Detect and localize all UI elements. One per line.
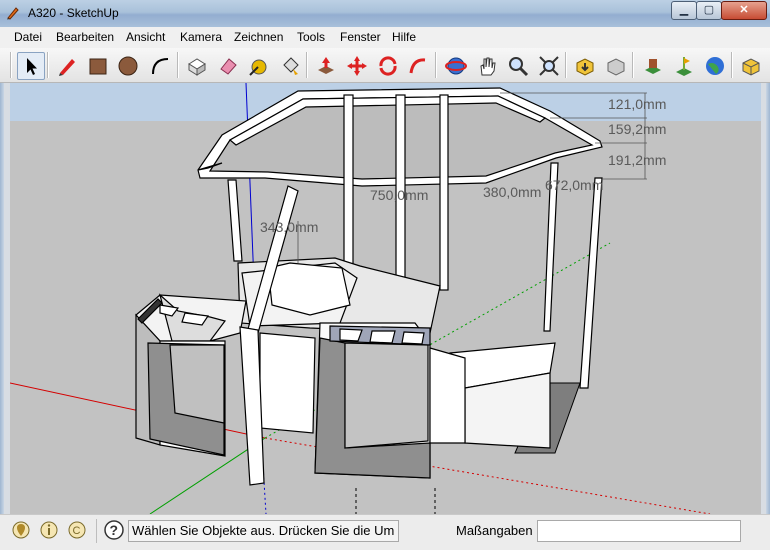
zoom-icon [509, 57, 529, 77]
push-pull-tool-button[interactable] [312, 52, 340, 80]
pencil-icon [59, 59, 75, 76]
follow-me-icon [409, 58, 426, 74]
select-icon [27, 58, 37, 75]
rectangle-icon [89, 58, 107, 75]
zoom-extents-icon [539, 56, 559, 76]
orbit-icon [445, 57, 467, 75]
eraser-icon [220, 58, 237, 75]
select-tool-button[interactable] [17, 52, 45, 80]
menu-bearbeiten[interactable]: Bearbeiten [56, 30, 114, 44]
google-earth-icon [706, 57, 724, 75]
svg-text:?: ? [110, 522, 119, 538]
add-location-icon [676, 57, 692, 76]
components-icon [742, 58, 760, 76]
dimension-label: 380,0mm [483, 184, 541, 200]
make-component-icon [188, 58, 206, 76]
geo-location-icon[interactable] [12, 521, 30, 539]
window-border-right [766, 27, 770, 550]
arc-icon [152, 58, 169, 75]
dimension-label: 750,0mm [370, 187, 428, 203]
status-message: Wählen Sie Objekte aus. Drücken Sie die … [128, 520, 399, 542]
toolbar-separator [10, 52, 12, 78]
menu-kamera[interactable]: Kamera [180, 30, 222, 44]
dimension-label: 159,2mm [608, 121, 666, 137]
toolbar-separator [306, 52, 308, 78]
paint-bucket-icon [283, 57, 299, 75]
dimension-label: 343,0mm [260, 219, 318, 235]
rotate-tool-button[interactable] [374, 52, 402, 80]
circle-tool-button[interactable] [114, 52, 142, 80]
menu-tools[interactable]: Tools [297, 30, 325, 44]
move-icon [347, 56, 367, 76]
get-models-tool-button[interactable] [571, 52, 599, 80]
menu-fenster[interactable]: Fenster [340, 30, 381, 44]
toolbar-separator [435, 52, 437, 78]
title-bar[interactable]: A320 - SketchUp ▁ ▢ ✕ [0, 0, 770, 27]
toolbar-separator [47, 52, 49, 78]
push-pull-icon [318, 57, 334, 74]
orbit-tool-button[interactable] [442, 52, 470, 80]
dimension-label: 121,0mm [608, 96, 666, 112]
circle-icon [118, 56, 138, 76]
status-bar: C ? Wählen Sie Objekte aus. Drücken Sie … [0, 514, 770, 550]
place-model-tool-button[interactable] [639, 52, 667, 80]
toolbar-separator [565, 52, 567, 78]
window-title: A320 - SketchUp [28, 6, 119, 20]
add-location-tool-button[interactable] [670, 52, 698, 80]
model-viewport[interactable]: 121,0mm 159,2mm 191,2mm 750,0mm 380,0mm … [10, 83, 761, 514]
copyright-icon[interactable]: C [68, 521, 86, 539]
tape-measure-icon [249, 59, 267, 76]
menu-zeichnen[interactable]: Zeichnen [234, 30, 283, 44]
toolbar-separator [177, 52, 179, 78]
rotate-icon [379, 56, 397, 76]
pencil-tool-button[interactable] [53, 52, 81, 80]
maximize-button[interactable]: ▢ [696, 1, 722, 20]
tape-measure-tool-button[interactable] [245, 52, 273, 80]
model-canvas[interactable]: 121,0mm 159,2mm 191,2mm 750,0mm 380,0mm … [10, 83, 761, 514]
close-button[interactable]: ✕ [721, 1, 767, 20]
components-tool-button[interactable] [737, 52, 765, 80]
zoom-tool-button[interactable] [504, 52, 532, 80]
menu-datei[interactable]: Datei [14, 30, 42, 44]
zoom-extents-tool-button[interactable] [535, 52, 563, 80]
place-model-icon [645, 59, 661, 74]
dimension-label: 672,0mm [545, 177, 603, 193]
pan-icon [480, 57, 496, 76]
measurements-label: Maßangaben [456, 523, 533, 538]
rectangle-tool-button[interactable] [84, 52, 112, 80]
share-model-tool-button[interactable] [602, 52, 630, 80]
help-icon[interactable]: ? [104, 520, 124, 540]
arc-tool-button[interactable] [146, 52, 174, 80]
status-separator [96, 519, 97, 543]
paint-bucket-tool-button[interactable] [276, 52, 304, 80]
window-border-left [0, 27, 4, 550]
make-component-tool-button[interactable] [183, 52, 211, 80]
get-models-icon [576, 58, 594, 76]
toolbar-separator [731, 52, 733, 78]
toolbar-separator [632, 52, 634, 78]
menu-hilfe[interactable]: Hilfe [392, 30, 416, 44]
sketchup-app-icon [7, 7, 19, 20]
svg-text:C: C [73, 525, 81, 537]
move-tool-button[interactable] [343, 52, 371, 80]
dimension-label: 191,2mm [608, 152, 666, 168]
eraser-tool-button[interactable] [214, 52, 242, 80]
measurements-input[interactable] [537, 520, 741, 542]
share-model-icon [607, 58, 625, 76]
sketchup-window: A320 - SketchUp ▁ ▢ ✕ Datei Bearbeiten A… [0, 0, 770, 550]
main-toolbar [0, 48, 770, 83]
menu-ansicht[interactable]: Ansicht [126, 30, 165, 44]
menu-bar: Datei Bearbeiten Ansicht Kamera Zeichnen… [0, 27, 770, 49]
credits-icon[interactable] [40, 521, 58, 539]
google-earth-tool-button[interactable] [701, 52, 729, 80]
pan-tool-button[interactable] [473, 52, 501, 80]
minimize-button[interactable]: ▁ [671, 1, 697, 20]
follow-me-tool-button[interactable] [404, 52, 432, 80]
